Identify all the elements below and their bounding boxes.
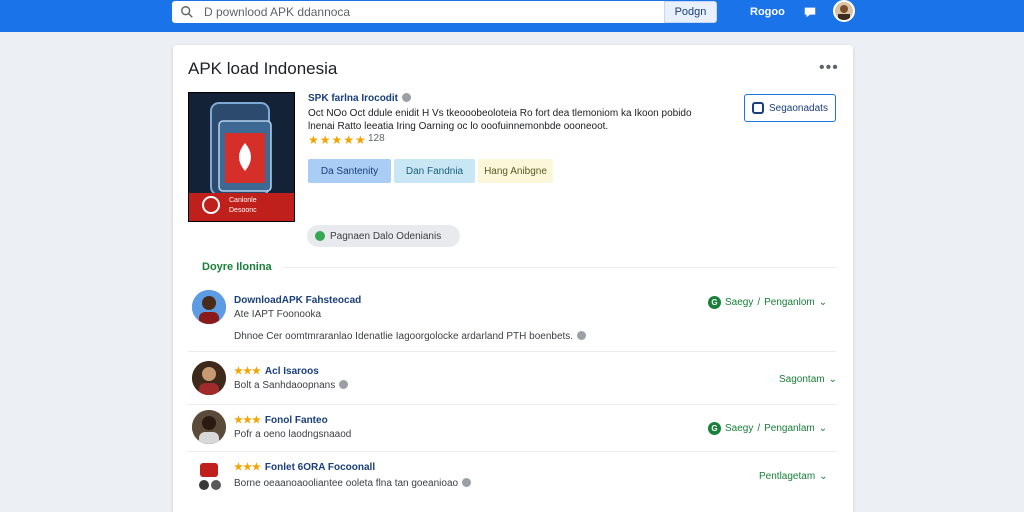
info-icon <box>462 478 472 487</box>
row-divider <box>188 451 836 452</box>
more-options-icon[interactable]: ••• <box>819 59 839 77</box>
list-item-subtitle: Ate IAPT Foonooka <box>234 309 322 320</box>
tag-chip-3[interactable]: Hang Anibgne <box>478 159 553 183</box>
list-item-title[interactable]: ★★★ Fonlet 6ORA Focoonall <box>234 462 375 473</box>
download-button[interactable]: Segaonadats <box>744 94 836 122</box>
section-title: Doyre Ilonina <box>202 261 272 273</box>
avatar[interactable] <box>192 361 226 395</box>
tag-chip-1[interactable]: Da Santenity <box>308 159 391 183</box>
app-icon-artwork: Canlonle Desoonc <box>189 93 294 221</box>
info-icon <box>577 331 587 340</box>
app-card: APK load Indonesia ••• Canlonle Desoonc … <box>173 45 853 512</box>
app-icon: Canlonle Desoonc <box>188 92 295 222</box>
chevron-down-icon: ⌄ <box>818 297 828 308</box>
list-item-title[interactable]: DownloadAPK Fahsteocad <box>234 295 361 306</box>
row-divider <box>188 404 836 405</box>
action-label-2: Penganlom <box>764 297 815 308</box>
messenger-icon[interactable] <box>803 5 817 19</box>
status-dot-icon <box>315 231 325 241</box>
app-description: Oct NOo Oct ddule enidit H Vs tkeooobeol… <box>308 108 692 132</box>
action-label: Saegy <box>725 297 754 308</box>
user-avatar-image <box>835 2 853 20</box>
app-icon-caption-1: Canlonle <box>229 197 257 204</box>
search-button[interactable]: Podgn <box>664 1 717 23</box>
search-icon <box>181 6 193 18</box>
avatar-image <box>192 459 226 493</box>
list-item-stars: ★★★ <box>234 462 261 473</box>
status-pill[interactable]: Pagnaen Dalo Odenianis <box>307 225 460 247</box>
list-item-action[interactable]: G Saegy / Penganlam ⌄ <box>708 422 827 435</box>
avatar[interactable] <box>192 459 226 493</box>
list-item-stars: ★★★ <box>234 366 261 377</box>
list-item-action[interactable]: Pentlagetam ⌄ <box>759 471 828 482</box>
avatar-image <box>192 361 226 395</box>
action-label: Saegy <box>725 423 754 434</box>
rating-count: 128 <box>368 133 385 144</box>
info-icon <box>402 93 412 102</box>
search-box[interactable] <box>172 1 664 23</box>
status-pill-label: Pagnaen Dalo Odenianis <box>330 230 442 242</box>
chevron-down-icon: ⌄ <box>819 471 828 482</box>
avatar-image <box>192 410 226 444</box>
app-icon-caption-2: Desoonc <box>229 207 257 214</box>
list-item-title[interactable]: ★★★ Acl Isaroos <box>234 366 319 377</box>
list-item-subtitle: Borne oeaanoaooliantee ooleta flna tan g… <box>234 478 472 489</box>
rating-stars: ★★★★★ <box>308 133 367 147</box>
chevron-down-icon: ⌄ <box>818 423 828 434</box>
action-label-2: Penganlam <box>764 423 815 434</box>
download-icon <box>752 102 765 114</box>
avatar[interactable] <box>192 410 226 444</box>
separator: / <box>757 297 761 308</box>
page-title: APK load Indonesia <box>188 59 338 78</box>
download-button-label: Segaonadats <box>769 102 828 114</box>
section-divider <box>283 267 836 268</box>
login-link[interactable]: Rogoo <box>750 6 785 18</box>
avatar-image <box>192 290 226 324</box>
chevron-down-icon: ⌄ <box>828 374 837 385</box>
row-divider <box>188 351 836 352</box>
tag-chip-2[interactable]: Dan Fandnia <box>394 159 475 183</box>
list-item-title[interactable]: ★★★ Fonol Fanteo <box>234 415 328 426</box>
list-item-subtitle: Bolt a Sanhdaoopnans <box>234 380 349 391</box>
user-avatar[interactable] <box>833 0 855 22</box>
list-item-action[interactable]: G Saegy / Penganlom ⌄ <box>708 296 827 309</box>
avatar[interactable] <box>192 290 226 324</box>
info-icon <box>339 380 349 389</box>
list-item-subtitle: Pofr a oeno laodngsnaaod <box>234 429 352 440</box>
list-item-action[interactable]: Sagontam ⌄ <box>779 374 837 385</box>
app-name[interactable]: SPK farlna Irocodit <box>308 93 412 104</box>
top-bar: Podgn Rogoo <box>0 0 1024 32</box>
action-label: Pentlagetam <box>759 471 816 482</box>
search-input[interactable] <box>204 5 624 19</box>
action-label: Sagontam <box>779 374 825 385</box>
badge-icon: G <box>708 422 721 435</box>
badge-icon: G <box>708 296 721 309</box>
separator: / <box>757 423 761 434</box>
list-item-description: Dhnoe Cer oomtmraranlao Idenatlie Iagoor… <box>234 331 587 342</box>
list-item-stars: ★★★ <box>234 415 261 426</box>
